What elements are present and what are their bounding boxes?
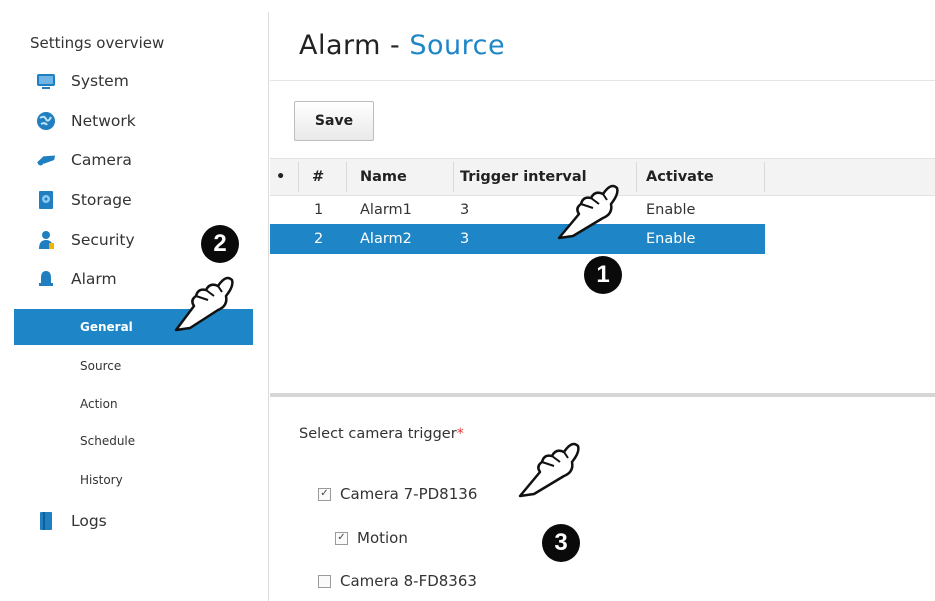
sidebar-item-security[interactable]: Security [36, 228, 135, 252]
callout-badge-1: 1 [584, 256, 622, 294]
sidebar-item-alarm[interactable]: Alarm [36, 267, 117, 291]
sidebar-item-network[interactable]: Network [36, 109, 136, 133]
sidebar-item-label: Network [71, 112, 136, 130]
row-name: Alarm1 [360, 202, 412, 218]
column-separator [636, 162, 637, 192]
sidebar-item-system[interactable]: System [36, 69, 129, 93]
sidebar-subitem-source[interactable]: Source [14, 348, 253, 384]
row-number: 1 [314, 202, 324, 218]
table-row[interactable]: 1 Alarm1 3 Enable [270, 195, 765, 225]
row-trigger-interval: 3 [460, 231, 470, 247]
sidebar-item-storage[interactable]: Storage [36, 188, 132, 212]
sidebar-item-label: Logs [71, 512, 107, 530]
column-separator [764, 162, 765, 192]
row-activate: Enable [646, 231, 696, 247]
motion-label: Motion [357, 529, 408, 547]
camera-7-option[interactable]: ✓ Camera 7-PD8136 [318, 485, 477, 503]
camera-8-checkbox[interactable] [318, 574, 331, 588]
sidebar-item-logs[interactable]: Logs [36, 509, 107, 533]
column-separator [453, 162, 454, 192]
motion-checkbox[interactable]: ✓ [335, 531, 348, 545]
sidebar-divider [268, 12, 269, 601]
network-icon [36, 111, 56, 131]
callout-badge-2: 2 [201, 225, 239, 263]
callout-badge-3: 3 [542, 524, 580, 562]
alarm-icon [36, 269, 56, 289]
storage-icon [36, 190, 56, 210]
header-divider [270, 80, 935, 81]
system-icon [36, 71, 56, 91]
pointing-hand-icon [518, 442, 580, 498]
column-header-number[interactable]: # [312, 159, 324, 195]
camera-icon [36, 150, 56, 170]
sidebar-item-label: Camera [71, 151, 132, 169]
panel-divider [270, 393, 935, 397]
save-button[interactable]: Save [294, 101, 374, 141]
sidebar-subitem-schedule[interactable]: Schedule [14, 423, 253, 459]
page-title: Alarm - Source [299, 30, 506, 61]
pointing-hand-icon [557, 184, 619, 240]
row-trigger-interval: 3 [460, 202, 470, 218]
camera-7-checkbox[interactable]: ✓ [318, 487, 331, 501]
column-separator [298, 162, 299, 192]
pointing-hand-icon [174, 276, 234, 332]
motion-option[interactable]: ✓ Motion [335, 529, 408, 547]
column-header-bullet: • [276, 169, 286, 185]
row-name: Alarm2 [360, 231, 412, 247]
column-header-activate[interactable]: Activate [646, 159, 714, 195]
camera-8-label: Camera 8-FD8363 [340, 572, 477, 590]
column-header-name[interactable]: Name [360, 159, 407, 195]
sidebar-item-label: Storage [71, 191, 132, 209]
sidebar-item-label: Security [71, 231, 135, 249]
sidebar-subitem-history[interactable]: History [14, 462, 253, 498]
camera-8-option[interactable]: Camera 8-FD8363 [318, 572, 477, 590]
sidebar-item-camera[interactable]: Camera [36, 148, 132, 172]
logs-icon [36, 511, 56, 531]
table-row-selected[interactable]: 2 Alarm2 3 Enable [270, 224, 765, 254]
row-number: 2 [314, 231, 324, 247]
sidebar-title: Settings overview [30, 34, 165, 52]
column-separator [346, 162, 347, 192]
sidebar-item-label: Alarm [71, 270, 117, 288]
row-activate: Enable [646, 202, 696, 218]
camera-trigger-label: Select camera trigger* [299, 426, 464, 442]
camera-7-label: Camera 7-PD8136 [340, 485, 478, 503]
security-icon [36, 230, 56, 250]
sidebar-subitem-action[interactable]: Action [14, 386, 253, 422]
sidebar-item-label: System [71, 72, 129, 90]
required-marker: * [456, 426, 464, 442]
